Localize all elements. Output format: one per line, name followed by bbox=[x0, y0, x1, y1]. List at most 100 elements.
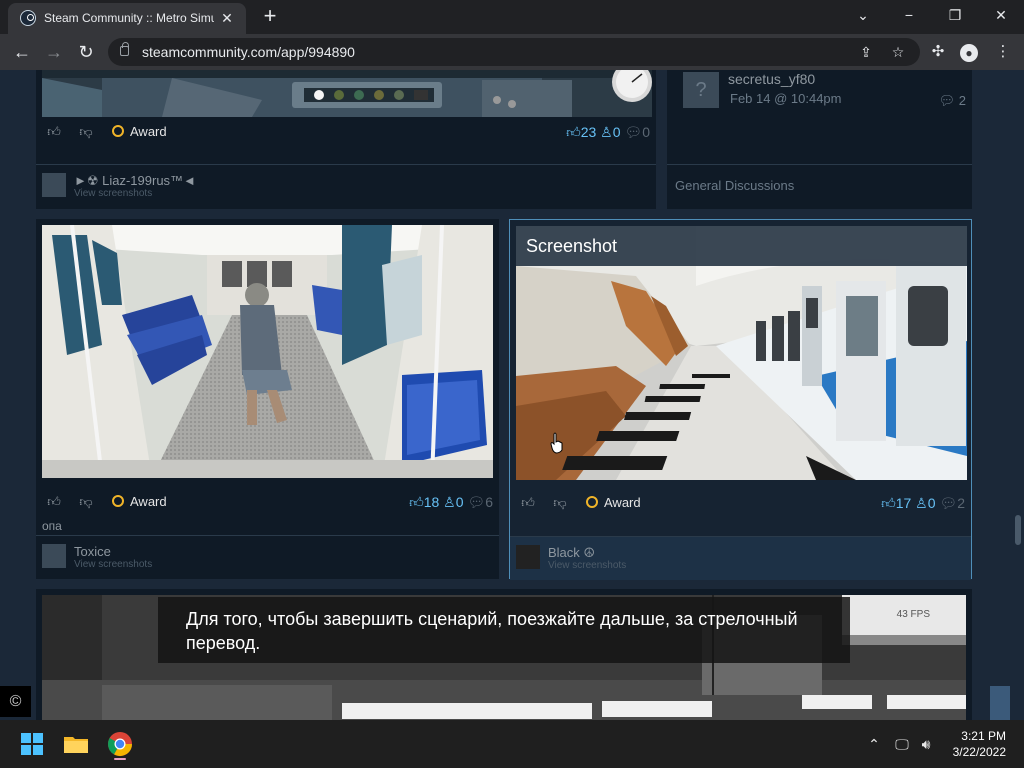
fps-counter: 43 FPS bbox=[896, 609, 930, 620]
author-row[interactable]: Toxice View screenshots bbox=[36, 535, 499, 579]
profile-avatar-icon[interactable]: ● bbox=[960, 44, 978, 62]
view-screenshots-link[interactable]: View screenshots bbox=[74, 188, 152, 199]
author-avatar[interactable] bbox=[516, 545, 540, 569]
upvote-icon: 👍︎ bbox=[409, 494, 424, 510]
minimize-button[interactable]: − bbox=[886, 0, 932, 30]
copyright-icon[interactable]: © bbox=[0, 686, 31, 717]
screenshot-card-mid-right[interactable]: Screenshot 👍︎ 👎︎ Award 👍︎17 ♙0 💬︎2 Black… bbox=[509, 219, 972, 580]
view-screenshots-link[interactable]: View screenshots bbox=[74, 559, 152, 570]
tab-title: Steam Community :: Metro Simul bbox=[44, 11, 214, 25]
upvote-icon: 👍︎ bbox=[566, 124, 581, 140]
new-tab-button[interactable]: + bbox=[258, 5, 282, 29]
reply-count: 2 bbox=[958, 93, 966, 108]
forward-arrow-icon[interactable]: → bbox=[42, 40, 66, 64]
steam-favicon-icon bbox=[20, 10, 36, 26]
award-label: Award bbox=[130, 124, 167, 139]
award-label: Award bbox=[604, 495, 641, 510]
author-name[interactable]: Toxice bbox=[74, 544, 111, 559]
tab-strip: Steam Community :: Metro Simul ✕ + ⌄ − ❐… bbox=[0, 0, 1024, 34]
upvote-count: 17 bbox=[895, 495, 912, 511]
discussion-date: Feb 14 @ 10:44pm bbox=[730, 91, 842, 106]
award-button[interactable]: Award bbox=[112, 492, 167, 512]
page-scrollbar[interactable] bbox=[1012, 70, 1024, 720]
action-bar: 👍︎ 👎︎ Award 👍︎17 ♙0 💬︎2 bbox=[510, 488, 971, 518]
hand-cursor-icon bbox=[550, 432, 563, 454]
award-count-icon: ♙ bbox=[600, 124, 613, 140]
volume-icon[interactable]: 🔊︎ bbox=[916, 734, 936, 754]
share-icon[interactable]: ⇪ bbox=[856, 42, 876, 62]
windows-start-icon[interactable] bbox=[16, 728, 48, 760]
screenshot-card-top-left[interactable]: 👍︎ 👎︎ Award 👍︎23 ♙0 💬︎0 ►☢ Liaz-199rus™◄… bbox=[36, 70, 656, 209]
comment-icon: 💬︎ bbox=[624, 124, 643, 140]
award-count: 0 bbox=[455, 494, 464, 510]
thumbs-down-icon[interactable]: 👎︎ bbox=[76, 122, 96, 142]
thumbs-down-icon[interactable]: 👎︎ bbox=[550, 493, 570, 513]
game-subtitle: Для того, чтобы завершить сценарий, поез… bbox=[158, 597, 850, 663]
metro-station-screenshot[interactable]: Screenshot bbox=[516, 226, 967, 480]
award-count-icon: ♙ bbox=[443, 494, 456, 510]
thumbs-up-icon[interactable]: 👍︎ bbox=[518, 493, 538, 513]
extensions-puzzle-icon[interactable]: ✣ bbox=[927, 42, 949, 64]
author-row[interactable]: Black ☮ View screenshots bbox=[510, 536, 971, 580]
close-window-button[interactable]: ✕ bbox=[978, 0, 1024, 30]
thumbs-down-icon[interactable]: 👎︎ bbox=[76, 492, 96, 512]
rating-stats: 👍︎18 ♙0 💬︎6 bbox=[409, 492, 493, 512]
lock-icon bbox=[120, 42, 129, 56]
award-count-icon: ♙ bbox=[915, 495, 928, 511]
cab-screenshot-image[interactable] bbox=[42, 70, 652, 117]
author-avatar[interactable] bbox=[42, 544, 66, 568]
back-to-top-button[interactable] bbox=[990, 686, 1010, 720]
discussion-author[interactable]: secretus_yf80 bbox=[728, 71, 815, 87]
browser-toolbar: ← → ↻ steamcommunity.com/app/994890 ⇪ ☆ … bbox=[0, 34, 1024, 70]
discussion-card[interactable]: ? secretus_yf80 Feb 14 @ 10:44pm 💬︎ 2 Ge… bbox=[667, 70, 972, 209]
address-bar[interactable]: steamcommunity.com/app/994890 ⇪ ☆ bbox=[108, 38, 920, 66]
back-arrow-icon[interactable]: ← bbox=[10, 40, 34, 64]
view-screenshots-link[interactable]: View screenshots bbox=[548, 560, 626, 571]
comment-count: 0 bbox=[642, 124, 650, 140]
restore-button[interactable]: ❐ bbox=[932, 0, 978, 30]
comment-icon: 💬︎ bbox=[467, 494, 486, 510]
author-row[interactable]: ►☢ Liaz-199rus™◄ View screenshots bbox=[36, 164, 656, 208]
award-medal-icon bbox=[112, 125, 124, 137]
thumbs-up-icon[interactable]: 👍︎ bbox=[44, 122, 64, 142]
scrollbar-thumb[interactable] bbox=[1015, 515, 1021, 545]
close-tab-icon[interactable]: ✕ bbox=[218, 9, 236, 27]
menu-kebab-icon[interactable]: ⋮ bbox=[992, 42, 1014, 64]
file-explorer-icon[interactable] bbox=[60, 728, 92, 760]
award-medal-icon bbox=[586, 496, 598, 508]
reply-stats: 💬︎ 2 bbox=[939, 93, 966, 109]
tray-chevron-up-icon[interactable]: ⌃ bbox=[864, 734, 884, 754]
thumbs-up-icon[interactable]: 👍︎ bbox=[44, 492, 64, 512]
comment-count: 6 bbox=[485, 494, 493, 510]
default-avatar-icon: ? bbox=[683, 72, 719, 108]
action-bar: 👍︎ 👎︎ Award 👍︎23 ♙0 💬︎0 bbox=[36, 117, 656, 147]
award-button[interactable]: Award bbox=[112, 122, 167, 142]
clock-date: 3/22/2022 bbox=[952, 745, 1006, 759]
tab-search-chevron-icon[interactable]: ⌄ bbox=[840, 0, 886, 30]
award-count: 0 bbox=[927, 495, 936, 511]
author-name[interactable]: ►☢ Liaz-199rus™◄ bbox=[74, 173, 196, 189]
clock-time: 3:21 PM bbox=[961, 729, 1006, 743]
screenshot-card-mid-left[interactable]: 👍︎ 👎︎ Award 👍︎18 ♙0 💬︎6 опа Toxice View … bbox=[36, 219, 499, 579]
screenshot-caption: опа bbox=[42, 519, 62, 533]
author-avatar[interactable] bbox=[42, 173, 66, 197]
upvote-count: 23 bbox=[580, 124, 597, 140]
chrome-icon[interactable] bbox=[104, 728, 136, 760]
award-medal-icon bbox=[112, 495, 124, 507]
browser-tab[interactable]: Steam Community :: Metro Simul ✕ bbox=[8, 3, 246, 34]
screenshot-overlay-title: Screenshot bbox=[516, 226, 967, 266]
bookmark-star-icon[interactable]: ☆ bbox=[888, 42, 908, 62]
upvote-icon: 👍︎ bbox=[881, 495, 896, 511]
award-button[interactable]: Award bbox=[586, 493, 641, 513]
metro-interior-screenshot[interactable] bbox=[42, 225, 493, 478]
comment-count: 2 bbox=[957, 495, 965, 511]
author-name[interactable]: Black ☮ bbox=[548, 545, 595, 561]
reload-icon[interactable]: ↻ bbox=[74, 40, 98, 64]
forum-row[interactable]: General Discussions bbox=[667, 164, 972, 209]
forum-name[interactable]: General Discussions bbox=[675, 178, 794, 193]
url-text: steamcommunity.com/app/994890 bbox=[142, 44, 355, 60]
system-clock[interactable]: 3:21 PM 3/22/2022 bbox=[953, 728, 1006, 760]
award-count: 0 bbox=[612, 124, 621, 140]
comment-icon: 💬︎ bbox=[939, 495, 958, 511]
network-icon[interactable]: 🖵︎ bbox=[892, 734, 912, 754]
